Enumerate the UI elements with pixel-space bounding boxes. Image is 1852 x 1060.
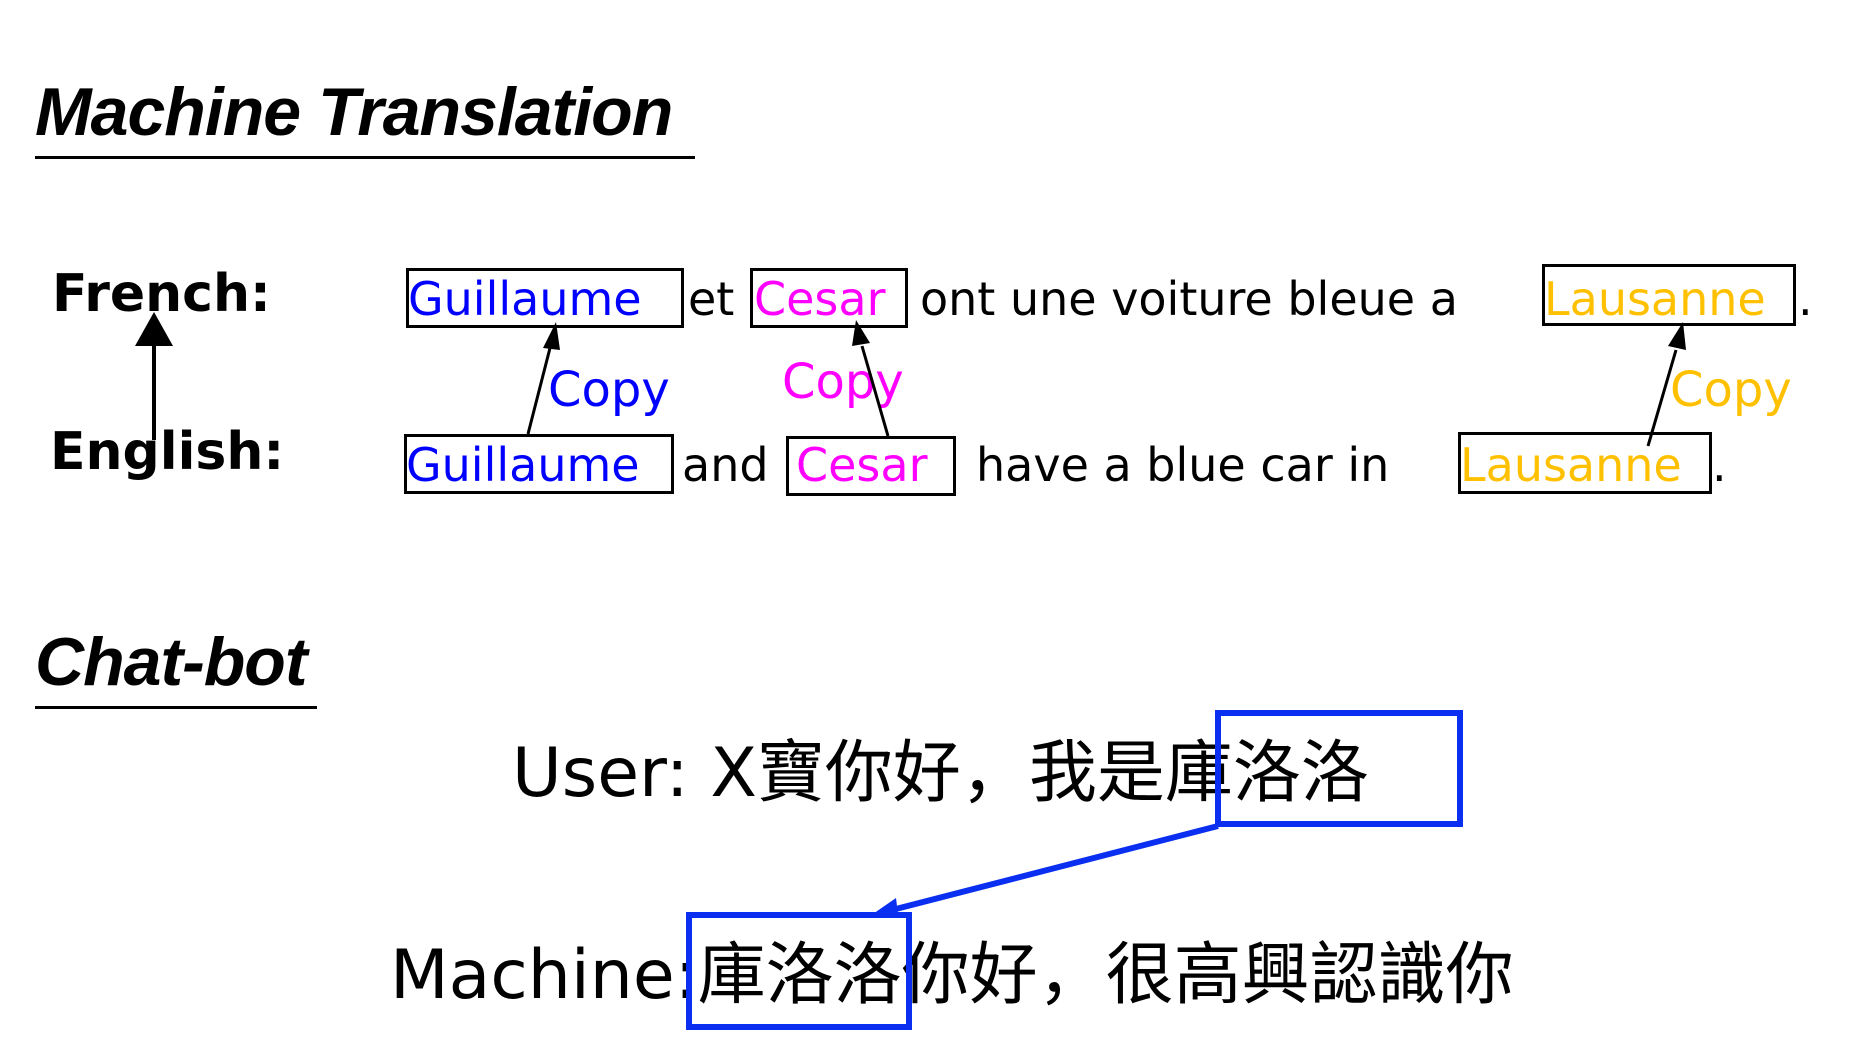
chatbot-copy-arrow-icon [870,823,1219,916]
copy-arrows [135,312,1686,916]
copy-arrow-cesar-icon [852,320,890,437]
english-to-french-arrow-icon [135,312,173,440]
copy-arrow-lausanne-icon [1646,322,1686,447]
copy-arrow-guillaume-icon [526,322,560,435]
